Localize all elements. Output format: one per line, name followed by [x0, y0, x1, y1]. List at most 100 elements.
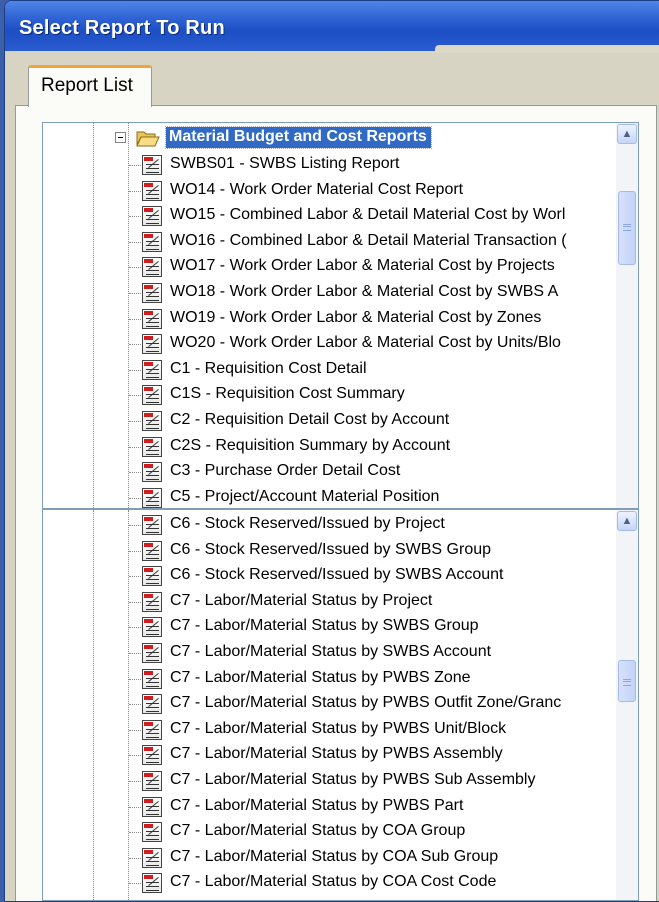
scrollbar-thumb-top[interactable] [618, 191, 636, 265]
report-tree-item[interactable]: C7 - Labor/Material Status by Project [43, 590, 603, 615]
report-tree-item[interactable]: WO14 - Work Order Material Cost Report [43, 179, 603, 204]
report-item-label: C7 - Labor/Material Status by COA Sub Gr… [170, 847, 499, 865]
report-document-icon [142, 180, 162, 201]
report-item-label: WO18 - Work Order Labor & Material Cost … [170, 283, 559, 300]
report-tree-item[interactable]: C7 - Labor/Material Status by SWBS Group [43, 615, 603, 640]
report-tree-item[interactable]: C7 - Labor/Material Status by PWBS Sub A… [43, 769, 603, 794]
report-item-label: C7 - Labor/Material Status by PWBS Sub A… [170, 771, 536, 788]
report-tree-item[interactable]: C7 - Labor/Material Status by COA Sub Gr… [43, 846, 603, 871]
report-document-icon [142, 359, 162, 380]
report-item-label: C2 - Requisition Detail Cost by Account [170, 411, 450, 428]
tree-connector [129, 678, 143, 680]
tree-connector [129, 472, 143, 474]
report-item-label: C7 - Labor/Material Status by PWBS Outfi… [170, 694, 562, 712]
report-document-icon [142, 719, 162, 740]
report-tree-item[interactable]: C6 - Stock Reserved/Issued by Project [43, 513, 603, 538]
report-tree-item[interactable]: C7 - Labor/Material Status by SWBS Accou… [43, 641, 603, 666]
report-item-label: C5 - Project/Account Material Position [170, 487, 440, 505]
report-tree-item[interactable]: WO20 - Work Order Labor & Material Cost … [43, 332, 603, 357]
report-tree-item[interactable]: C7 - Labor/Material Status by PWBS Assem… [43, 743, 603, 768]
title-bar[interactable]: Select Report To Run [5, 1, 659, 51]
vertical-scrollbar-top[interactable]: ▲ [616, 123, 638, 508]
report-tree-item[interactable]: C7 - Labor/Material Status by PWBS Unit/… [43, 718, 603, 743]
report-document-icon [142, 771, 162, 791]
report-tree-item[interactable]: C5 - Project/Account Material Position [43, 486, 603, 508]
report-item-label: C7 - Labor/Material Status by SWBS Group [170, 617, 479, 635]
report-item-label: C2S - Requisition Summary by Account [170, 436, 451, 454]
report-tree-item[interactable]: C6 - Stock Reserved/Issued by SWBS Group [43, 539, 603, 564]
report-item-label: WO17 - Work Order Labor & Material Cost … [170, 257, 555, 275]
report-item-label: C6 - Stock Reserved/Issued by SWBS Accou… [170, 566, 504, 584]
tree-connector [129, 832, 143, 834]
tree-connector [129, 653, 143, 654]
tree-connector [129, 806, 143, 808]
report-tree-item[interactable]: WO17 - Work Order Labor & Material Cost … [43, 255, 603, 280]
report-tree-item[interactable]: C3 - Purchase Order Detail Cost [43, 460, 603, 485]
report-item-label: C7 - Labor/Material Status by PWBS Zone [170, 668, 471, 686]
report-item-label: C7 - Labor/Material Status by PWBS Assem… [170, 745, 503, 763]
tree-connector [129, 627, 143, 629]
tree-connector [129, 421, 143, 422]
tree-connector [129, 190, 143, 192]
report-item-label: C7 - Labor/Material Status by Project [170, 591, 433, 609]
report-tree-item[interactable]: WO15 - Combined Labor & Detail Material … [43, 204, 603, 229]
report-item-label: WO16 - Combined Labor & Detail Material … [170, 231, 567, 249]
tree-connector [129, 344, 143, 346]
report-tree-top[interactable]: Material Budget and Cost Reports SWBS01 -… [42, 122, 639, 509]
tree-connector [129, 781, 143, 782]
report-tree-item[interactable]: C1S - Requisition Cost Summary [43, 383, 603, 408]
report-document-icon [142, 643, 162, 663]
report-tree-item[interactable]: WO18 - Work Order Labor & Material Cost … [43, 281, 603, 306]
report-item-label: SWBS01 - SWBS Listing Report [170, 155, 400, 172]
tree-connector [129, 755, 143, 757]
report-tree-item[interactable]: C7 - Labor/Material Status by PWBS Zone [43, 667, 603, 692]
report-document-icon [142, 515, 162, 535]
open-folder-icon [136, 129, 160, 147]
report-tree-item[interactable]: WO19 - Work Order Labor & Material Cost … [43, 307, 603, 332]
report-item-label: WO20 - Work Order Labor & Material Cost … [170, 334, 561, 352]
tree-collapse-icon[interactable] [115, 132, 126, 143]
report-document-icon [142, 591, 162, 612]
report-tree-item[interactable]: C6 - Stock Reserved/Issued by SWBS Accou… [43, 564, 603, 589]
report-tree-item[interactable]: WO16 - Combined Labor & Detail Material … [43, 230, 603, 255]
tree-connector [129, 318, 143, 320]
scroll-up-arrow-icon[interactable]: ▲ [617, 124, 637, 144]
report-tree-item[interactable]: C7 - Labor/Material Status by PWBS Outfi… [43, 692, 603, 717]
report-item-label: C1S - Requisition Cost Summary [170, 385, 405, 403]
tree-connector [129, 267, 143, 269]
report-tree-item[interactable]: C7 - Labor/Material Status by PWBS Part [43, 795, 603, 820]
report-tree-item[interactable]: C1 - Requisition Cost Detail [43, 358, 603, 383]
report-tree-item[interactable]: C7 - Labor/Material Status by COA Cost C… [43, 871, 603, 896]
report-document-icon [142, 334, 162, 355]
report-tree-item[interactable]: C2 - Requisition Detail Cost by Account [43, 409, 603, 434]
report-document-icon [142, 487, 162, 508]
report-item-label: C6 - Stock Reserved/Issued by Project [170, 515, 445, 532]
report-tree-item[interactable]: SWBS01 - SWBS Listing Report [43, 153, 603, 178]
report-document-icon [142, 462, 162, 483]
report-tree-bottom[interactable]: C6 - Stock Reserved/Issued by Project C6 … [42, 509, 639, 901]
tree-connector [129, 165, 143, 166]
tree-connector [129, 216, 143, 218]
report-item-label: WO19 - Work Order Labor & Material Cost … [170, 308, 542, 326]
tree-connector [129, 601, 143, 603]
report-document-icon [142, 873, 162, 894]
report-document-icon [142, 257, 162, 278]
tree-connector [129, 729, 143, 731]
report-document-icon [142, 796, 162, 817]
report-tree-item[interactable]: C7 - Labor/Material Status by COA Group [43, 820, 603, 845]
report-item-label: C7 - Labor/Material Status by PWBS Unit/… [170, 719, 507, 737]
tree-connector [129, 704, 143, 706]
vertical-scrollbar-bottom[interactable]: ▲ [616, 510, 638, 900]
report-document-icon [142, 231, 162, 252]
scroll-up-arrow-icon[interactable]: ▲ [617, 511, 637, 531]
report-item-label: C1 - Requisition Cost Detail [170, 359, 367, 377]
report-tree-item[interactable]: C2S - Requisition Summary by Account [43, 435, 603, 460]
report-document-icon [142, 566, 162, 587]
report-document-icon [142, 540, 162, 561]
report-item-label: C7 - Labor/Material Status by PWBS Part [170, 796, 464, 814]
report-document-icon [142, 385, 162, 406]
tree-folder-material-budget[interactable]: Material Budget and Cost Reports [43, 126, 603, 151]
tab-report-list[interactable]: Report List [28, 65, 152, 107]
tree-connector [129, 550, 143, 552]
scrollbar-thumb-bottom[interactable] [618, 660, 636, 702]
